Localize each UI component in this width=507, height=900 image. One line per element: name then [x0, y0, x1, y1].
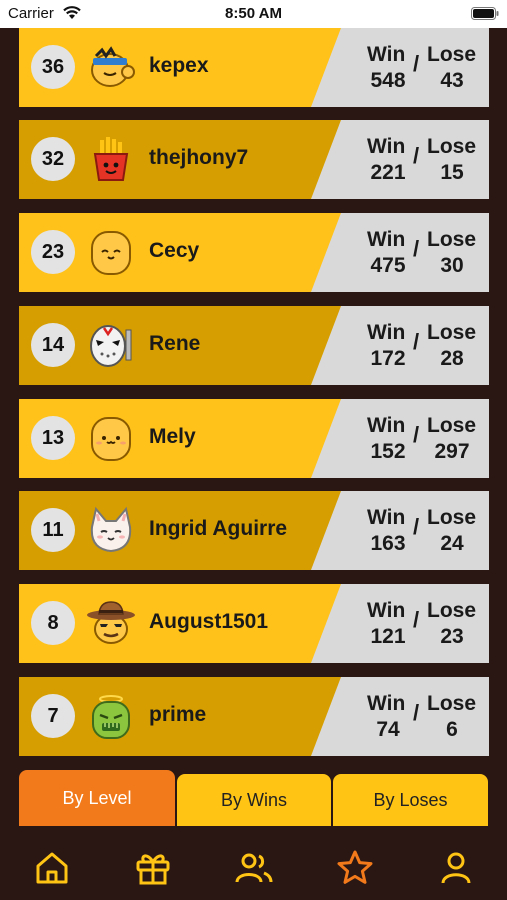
win-lose-stats: Win / Lose 475 30: [355, 222, 489, 284]
win-label: Win: [367, 506, 406, 529]
leaderboard-row[interactable]: 32 thejhony7 Win / Lose 221 15: [19, 120, 489, 199]
lose-label: Lose: [427, 599, 477, 622]
battery-icon: [471, 7, 499, 20]
lose-label: Lose: [427, 506, 477, 529]
win-lose-stats: Win / Lose 163 24: [355, 500, 489, 562]
gift-icon[interactable]: [133, 848, 173, 888]
rank-badge: 32: [31, 137, 75, 181]
win-label: Win: [367, 43, 406, 66]
stats-separator: /: [413, 143, 420, 168]
win-count: 163: [370, 532, 406, 555]
bottom-nav: [0, 838, 507, 900]
star-icon[interactable]: [335, 848, 375, 888]
player-name: Mely: [149, 425, 196, 448]
lose-label: Lose: [427, 692, 477, 715]
win-lose-stats: Win / Lose 121 23: [355, 593, 489, 655]
win-lose-stats: Win / Lose 74 6: [355, 686, 489, 748]
win-count: 221: [370, 161, 406, 184]
win-count: 548: [370, 69, 406, 92]
win-label: Win: [367, 228, 406, 251]
player-name: thejhony7: [149, 146, 249, 169]
lose-label: Lose: [427, 135, 477, 158]
player-name: August1501: [149, 610, 269, 633]
cute-blob-avatar-icon: [86, 413, 136, 463]
leaderboard-row[interactable]: 13 Mely Win / Lose 152 297: [19, 399, 489, 478]
lose-count: 28: [440, 347, 464, 370]
player-name: kepex: [149, 54, 209, 77]
win-lose-stats: Win / Lose 221 15: [355, 129, 489, 191]
rank-badge: 8: [31, 601, 75, 645]
win-label: Win: [367, 135, 406, 158]
stats-separator: /: [413, 700, 420, 725]
win-count: 74: [376, 718, 400, 741]
profile-icon[interactable]: [436, 848, 476, 888]
zombie-avatar-icon: [86, 691, 136, 741]
leaderboard-row[interactable]: 23 Cecy Win / Lose 475 30: [19, 213, 489, 292]
stats-separator: /: [413, 329, 420, 354]
lose-count: 297: [434, 440, 470, 463]
rank-badge: 23: [31, 230, 75, 274]
lose-count: 24: [440, 532, 464, 555]
lose-count: 43: [440, 69, 464, 92]
stats-separator: /: [413, 514, 420, 539]
lose-count: 23: [440, 625, 464, 648]
status-time: 8:50 AM: [225, 5, 282, 22]
fries-avatar-icon: [86, 134, 136, 184]
tab-by-loses[interactable]: By Loses: [333, 774, 488, 826]
leaderboard-row[interactable]: 11 Ingrid Aguirre Win / Lose 163 24: [19, 491, 489, 570]
status-bar: Carrier 8:50 AM: [0, 0, 507, 28]
rank-badge: 11: [31, 508, 75, 552]
stats-separator: /: [413, 236, 420, 261]
headband-avatar-icon: [86, 42, 136, 92]
stats-separator: /: [413, 51, 420, 76]
lose-count: 6: [446, 718, 458, 741]
win-count: 172: [370, 347, 406, 370]
win-label: Win: [367, 414, 406, 437]
lose-count: 30: [440, 254, 464, 277]
leaderboard-row[interactable]: 7 prime Win / Lose 74 6: [19, 677, 489, 756]
player-name: prime: [149, 703, 207, 726]
rank-badge: 7: [31, 694, 75, 738]
win-lose-stats: Win / Lose 548 43: [355, 37, 489, 99]
win-lose-stats: Win / Lose 172 28: [355, 315, 489, 377]
tab-by-wins[interactable]: By Wins: [177, 774, 331, 826]
win-count: 121: [370, 625, 406, 648]
cowboy-avatar-icon: [86, 598, 136, 648]
win-label: Win: [367, 321, 406, 344]
win-count: 475: [370, 254, 406, 277]
lose-label: Lose: [427, 414, 477, 437]
leaderboard-row[interactable]: 36 kepex Win / Lose 548 43: [19, 28, 489, 107]
lose-count: 15: [440, 161, 464, 184]
player-name: Ingrid Aguirre: [149, 517, 288, 540]
leaderboard-row[interactable]: 8 August1501 Win / Lose 121 23: [19, 584, 489, 663]
stats-separator: /: [413, 422, 420, 447]
friends-icon[interactable]: [234, 848, 274, 888]
win-lose-stats: Win / Lose 152 297: [355, 408, 489, 470]
leaderboard-row[interactable]: 14 Rene Win / Lose 172 28: [19, 306, 489, 385]
hockey-mask-avatar-icon: [86, 320, 136, 370]
win-count: 152: [370, 440, 406, 463]
rank-badge: 14: [31, 323, 75, 367]
player-name: Cecy: [149, 239, 200, 262]
win-label: Win: [367, 599, 406, 622]
rank-badge: 36: [31, 45, 75, 89]
lose-label: Lose: [427, 228, 477, 251]
lose-label: Lose: [427, 43, 477, 66]
tab-by-level[interactable]: By Level: [19, 770, 175, 826]
win-label: Win: [367, 692, 406, 715]
player-name: Rene: [149, 332, 201, 355]
rank-badge: 13: [31, 416, 75, 460]
cat-avatar-icon: [86, 505, 136, 555]
smile-blob-avatar-icon: [86, 227, 136, 277]
stats-separator: /: [413, 607, 420, 632]
lose-label: Lose: [427, 321, 477, 344]
home-icon[interactable]: [32, 848, 72, 888]
sort-tabs: By Level By Wins By Loses: [19, 770, 489, 826]
